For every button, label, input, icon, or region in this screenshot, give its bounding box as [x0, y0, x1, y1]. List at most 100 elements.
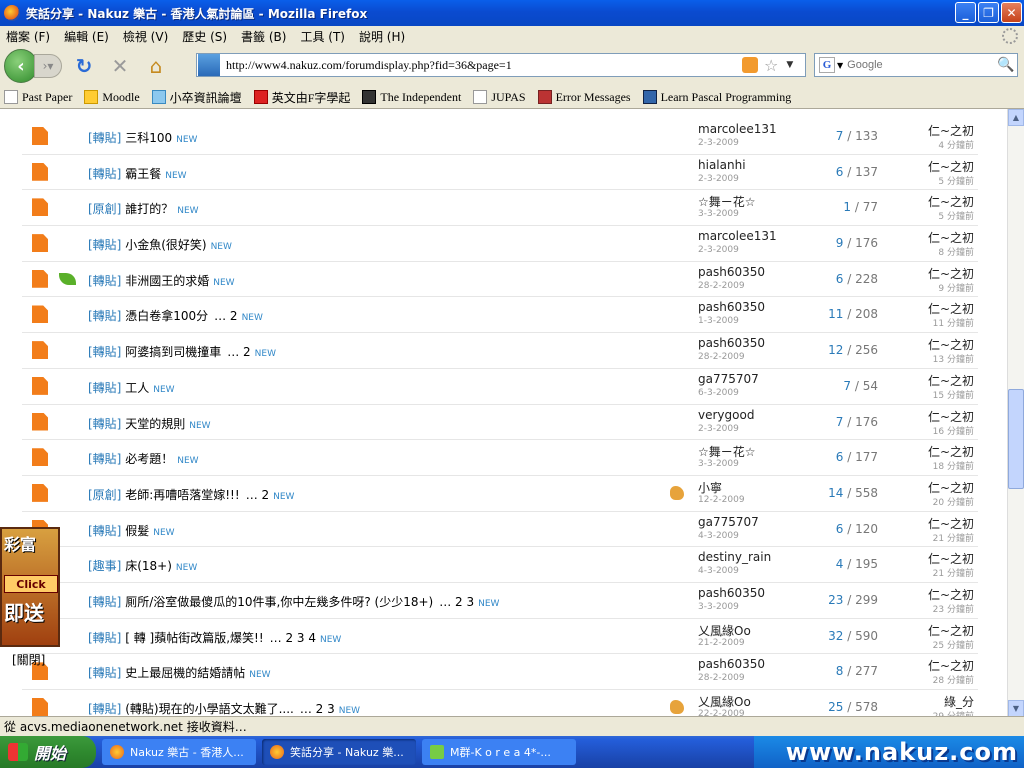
search-input[interactable]	[847, 59, 998, 71]
bookmark-jupas[interactable]: JUPAS	[473, 90, 526, 105]
scroll-down-icon[interactable]: ▼	[1008, 700, 1024, 716]
thread-pages[interactable]: … 2 3	[439, 595, 474, 609]
menu-history[interactable]: 歷史 (S)	[182, 28, 227, 45]
google-engine-icon[interactable]: G	[819, 57, 835, 73]
bookmark-pascal[interactable]: Learn Pascal Programming	[642, 90, 791, 105]
thread-title-link[interactable]: 三科100	[125, 131, 172, 145]
bookmark-english[interactable]: 英文由F字學起	[253, 89, 350, 106]
bookmark-star-icon[interactable]: ☆	[764, 56, 778, 75]
thread-author[interactable]: pash60350	[698, 300, 765, 314]
thread-author[interactable]: destiny_rain	[698, 550, 771, 564]
thread-author[interactable]: hialanhi	[698, 158, 746, 172]
last-poster[interactable]: 仁~之初	[928, 372, 974, 389]
thread-author[interactable]: ☆舞ㄧ花☆	[698, 193, 756, 210]
thread-tag[interactable]: [轉貼]	[88, 238, 121, 252]
maximize-button[interactable]: ❐	[978, 2, 999, 23]
last-poster[interactable]: 仁~之初	[928, 479, 974, 496]
last-poster[interactable]: 仁~之初	[928, 550, 974, 567]
thread-tag[interactable]: [轉貼]	[88, 524, 121, 538]
thread-title-link[interactable]: 必考題！	[125, 452, 173, 466]
thread-title-link[interactable]: (轉貼)現在的小學語文太難了....	[125, 702, 294, 716]
thread-tag[interactable]: [原創]	[88, 202, 121, 216]
menu-tools[interactable]: 工具 (T)	[300, 28, 345, 45]
thread-tag[interactable]: [轉貼]	[88, 452, 121, 466]
bookmark-forum[interactable]: 小卒資訊論壇	[151, 89, 242, 106]
back-button[interactable]: ‹	[4, 49, 38, 83]
thread-author[interactable]: pash60350	[698, 586, 765, 600]
taskbar-item-jokes[interactable]: 笑話分享 - Nakuz 樂...	[262, 739, 416, 765]
thread-author[interactable]: pash60350	[698, 265, 765, 279]
ad-click-button[interactable]: Click	[4, 575, 58, 593]
last-poster[interactable]: 仁~之初	[928, 336, 974, 353]
thread-tag[interactable]: [趣事]	[88, 559, 121, 573]
url-dropdown-icon[interactable]: ▼	[786, 60, 793, 70]
bookmark-error-messages[interactable]: Error Messages	[537, 90, 631, 105]
bookmark-independent[interactable]: The Independent	[362, 90, 461, 105]
thread-author[interactable]: verygood	[698, 408, 754, 422]
scroll-up-icon[interactable]: ▲	[1008, 109, 1024, 126]
taskbar-item-nakuz[interactable]: Nakuz 樂古 - 香港人...	[102, 739, 256, 765]
last-poster[interactable]: 綠_分	[944, 693, 974, 710]
engine-dropdown-icon[interactable]: ▼	[837, 61, 843, 70]
thread-title-link[interactable]: 非洲國王的求婚	[125, 274, 209, 288]
bookmark-past-paper[interactable]: Past Paper	[4, 90, 72, 105]
home-icon[interactable]: ⌂	[142, 52, 170, 80]
menu-help[interactable]: 說明 (H)	[359, 28, 405, 45]
vertical-scrollbar[interactable]: ▲ ▼	[1007, 109, 1024, 716]
thread-tag[interactable]: [轉貼]	[88, 274, 121, 288]
url-input[interactable]	[226, 57, 736, 73]
thread-pages[interactable]: … 2	[214, 309, 237, 323]
last-poster[interactable]: 仁~之初	[928, 443, 974, 460]
last-poster[interactable]: 仁~之初	[928, 265, 974, 282]
thread-pages[interactable]: … 2	[227, 345, 250, 359]
ad-close-link[interactable]: [關閉]	[12, 651, 45, 668]
minimize-button[interactable]: _	[955, 2, 976, 23]
last-poster[interactable]: 仁~之初	[928, 515, 974, 532]
thread-author[interactable]: ga775707	[698, 515, 759, 529]
search-icon[interactable]: 🔍	[997, 57, 1014, 73]
thread-author[interactable]: pash60350	[698, 336, 765, 350]
thread-title-link[interactable]: 天堂的規則	[125, 417, 185, 431]
thread-tag[interactable]: [轉貼]	[88, 381, 121, 395]
thread-title-link[interactable]: 老師:再嘈唔落堂嫁!!!	[125, 488, 239, 502]
site-identity-icon[interactable]	[198, 54, 220, 76]
thread-pages[interactable]: … 2 3 4	[270, 631, 316, 645]
thread-author[interactable]: ☆舞ㄧ花☆	[698, 443, 756, 460]
thread-title-link[interactable]: 阿婆搞到司機撞車	[125, 345, 221, 359]
thread-tag[interactable]: [轉貼]	[88, 595, 121, 609]
thread-pages[interactable]: … 2	[246, 488, 269, 502]
last-poster[interactable]: 仁~之初	[928, 300, 974, 317]
forward-button[interactable]: ›▾	[34, 54, 62, 78]
thread-title-link[interactable]: 小金魚(很好笑)	[125, 238, 206, 252]
thread-title-link[interactable]: 憑白卷拿100分	[125, 309, 208, 323]
thread-author[interactable]: 乂風緣Oo	[698, 622, 751, 639]
thread-tag[interactable]: [轉貼]	[88, 345, 121, 359]
last-poster[interactable]: 仁~之初	[928, 229, 974, 246]
thread-author[interactable]: ga775707	[698, 372, 759, 386]
thread-tag[interactable]: [轉貼]	[88, 417, 121, 431]
thread-author[interactable]: marcolee131	[698, 122, 777, 136]
start-button[interactable]: 開始	[0, 736, 96, 768]
thread-title-link[interactable]: 工人	[125, 381, 149, 395]
last-poster[interactable]: 仁~之初	[928, 622, 974, 639]
last-poster[interactable]: 仁~之初	[928, 158, 974, 175]
thread-author[interactable]: 乂風緣Oo	[698, 693, 751, 710]
last-poster[interactable]: 仁~之初	[928, 657, 974, 674]
rss-feed-icon[interactable]	[742, 57, 758, 73]
thread-title-link[interactable]: 床(18+)	[125, 559, 172, 573]
thread-tag[interactable]: [轉貼]	[88, 631, 121, 645]
thread-title-link[interactable]: 誰打的？	[125, 202, 173, 216]
close-button[interactable]: ✕	[1001, 2, 1022, 23]
thread-tag[interactable]: [轉貼]	[88, 131, 121, 145]
menu-file[interactable]: 檔案 (F)	[6, 28, 50, 45]
last-poster[interactable]: 仁~之初	[928, 408, 974, 425]
thread-tag[interactable]: [轉貼]	[88, 167, 121, 181]
bookmark-moodle[interactable]: Moodle	[84, 90, 140, 105]
thread-tag[interactable]: [轉貼]	[88, 309, 121, 323]
thread-author[interactable]: marcolee131	[698, 229, 777, 243]
reload-icon[interactable]: ↻	[70, 52, 98, 80]
thread-author[interactable]: 小寧	[698, 479, 722, 496]
scrollbar-thumb[interactable]	[1008, 389, 1024, 489]
thread-tag[interactable]: [原創]	[88, 488, 121, 502]
thread-author[interactable]: pash60350	[698, 657, 765, 671]
